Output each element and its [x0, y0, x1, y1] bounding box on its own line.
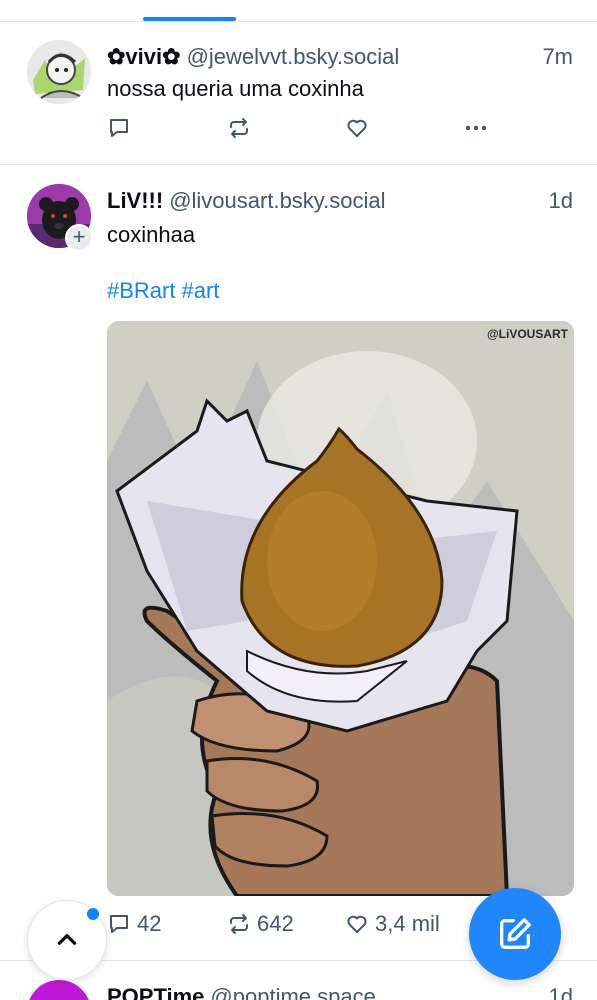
new-posts-indicator: [85, 906, 101, 922]
feed-tab-bar: [0, 0, 597, 22]
repost-icon: [230, 914, 248, 934]
more-button[interactable]: [464, 116, 488, 140]
like-button[interactable]: 3,4 mil: [345, 911, 440, 937]
post-text: coxinhaa: [107, 222, 196, 247]
feed-post[interactable]: LiV!!! @livousart.bsky.social 1d coxinhaa…: [0, 166, 597, 961]
reply-icon: [110, 119, 128, 137]
more-icon: [465, 125, 487, 131]
post-actions: [107, 116, 573, 146]
post-time[interactable]: 7m: [542, 42, 573, 72]
feed-post[interactable]: ✿vivi✿ @jewelvvt.bsky.social 7m nossa que…: [0, 22, 597, 165]
handle[interactable]: @jewelvvt.bsky.social: [187, 44, 400, 69]
compose-button[interactable]: [469, 888, 561, 980]
post-image[interactable]: @LiVOUSART: [107, 321, 574, 896]
repost-button[interactable]: [227, 116, 251, 140]
image-watermark: @LiVOUSART: [486, 327, 568, 341]
display-name[interactable]: POPTime: [107, 984, 204, 1000]
post-header: LiV!!! @livousart.bsky.social 1d: [107, 186, 573, 216]
post-text: nossa queria uma coxinha: [107, 76, 364, 101]
post-tags: #BRart #art: [107, 276, 219, 306]
like-button[interactable]: [345, 116, 369, 140]
heart-icon: [347, 915, 367, 933]
follow-plus-icon[interactable]: +: [65, 224, 93, 252]
active-tab-indicator: [143, 17, 236, 21]
post-header: ✿vivi✿ @jewelvvt.bsky.social 7m: [107, 42, 573, 72]
display-name[interactable]: ✿vivi✿: [107, 44, 181, 69]
handle[interactable]: @livousart.bsky.social: [169, 188, 385, 213]
repost-button[interactable]: 642: [227, 911, 294, 937]
hashtag-link[interactable]: #BRart: [107, 278, 175, 303]
display-name[interactable]: LiV!!!: [107, 188, 163, 213]
avatar[interactable]: [27, 980, 91, 1000]
repost-count: 642: [257, 911, 294, 936]
hashtag-link[interactable]: #art: [181, 278, 219, 303]
reply-button[interactable]: 42: [107, 911, 161, 937]
chevron-up-icon: [57, 934, 77, 945]
post-time[interactable]: 1d: [549, 982, 573, 1000]
post-time[interactable]: 1d: [549, 186, 573, 216]
avatar[interactable]: [27, 40, 91, 104]
reply-icon: [110, 915, 128, 933]
handle[interactable]: @poptime.space: [210, 984, 375, 1000]
like-count: 3,4 mil: [375, 911, 440, 936]
reply-count: 42: [137, 911, 162, 936]
post-header: POPTime @poptime.space 1d: [107, 982, 573, 1000]
repost-icon: [230, 118, 248, 138]
compose-icon: [500, 918, 531, 949]
reply-button[interactable]: [107, 116, 131, 140]
heart-icon: [347, 119, 367, 137]
